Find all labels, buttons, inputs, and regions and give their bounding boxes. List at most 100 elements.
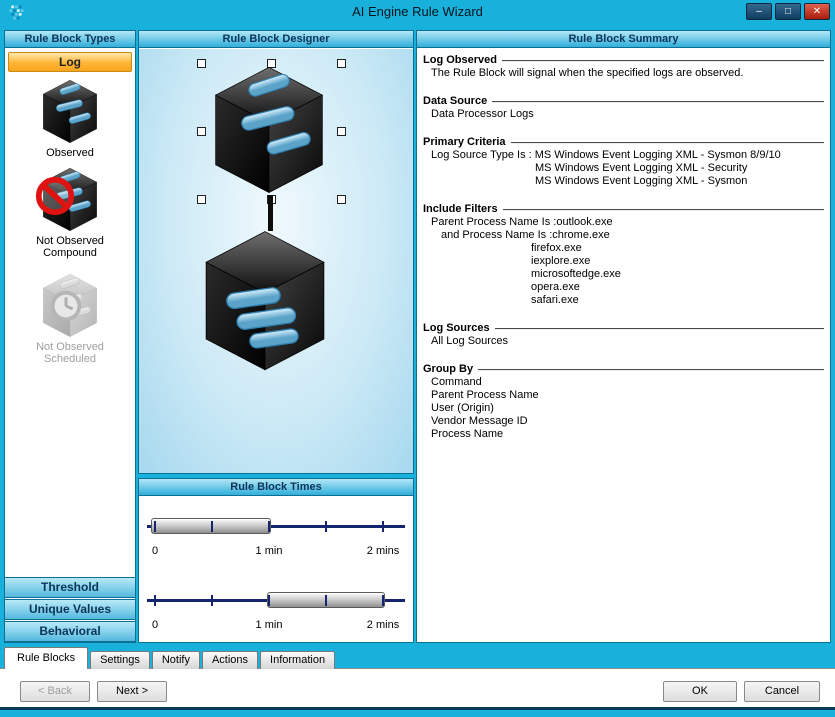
summary-section-title: Group By bbox=[423, 363, 473, 375]
section-rule-line bbox=[495, 328, 824, 330]
summary-sections: Log ObservedThe Rule Block will signal w… bbox=[417, 49, 830, 642]
clock-icon bbox=[47, 287, 85, 325]
next-button[interactable]: Next > bbox=[97, 681, 167, 702]
designer-canvas[interactable] bbox=[139, 49, 413, 473]
slider-tick bbox=[268, 595, 270, 606]
summary-line: Parent Process Name Is :outlook.exe bbox=[423, 216, 824, 229]
summary-line: microsoftedge.exe bbox=[423, 268, 824, 281]
summary-section: Data SourceData Processor Logs bbox=[423, 94, 824, 121]
summary-line: and Process Name Is :chrome.exe bbox=[423, 229, 824, 242]
cancel-button[interactable]: Cancel bbox=[744, 681, 820, 702]
tick-label: 1 min bbox=[256, 619, 283, 631]
rule-block-times-panel: Rule Block Times 0 1 min 2 mins 0 1 min … bbox=[138, 478, 414, 643]
rule-block-types-panel: Rule Block Types Log Observed Not Observ… bbox=[4, 30, 136, 643]
minimize-button[interactable]: – bbox=[746, 3, 772, 20]
prohibition-icon bbox=[34, 175, 76, 217]
type-label-not-observed-scheduled: Not Observed Scheduled bbox=[28, 341, 112, 365]
block-connector-line bbox=[268, 195, 273, 231]
slider-tick bbox=[382, 521, 384, 532]
tab-settings[interactable]: Settings bbox=[90, 651, 150, 669]
rule-block-type-not-observed-compound[interactable]: Not Observed Compound bbox=[5, 167, 135, 259]
summary-section: Primary CriteriaLog Source Type Is : MS … bbox=[423, 135, 824, 188]
summary-line: User (Origin) bbox=[423, 402, 824, 415]
slider-tick bbox=[211, 521, 213, 532]
slider-tick bbox=[325, 595, 327, 606]
tick-label: 0 bbox=[152, 545, 158, 557]
tab-rule-blocks[interactable]: Rule Blocks bbox=[4, 647, 88, 669]
rule-block-times-body: 0 1 min 2 mins 0 1 min 2 mins bbox=[139, 497, 413, 642]
summary-line: Command bbox=[423, 376, 824, 389]
summary-line: opera.exe bbox=[423, 281, 824, 294]
section-rule-line bbox=[503, 209, 824, 211]
selection-handle[interactable] bbox=[197, 127, 206, 136]
summary-line: firefox.exe bbox=[423, 242, 824, 255]
selection-handle[interactable] bbox=[197, 59, 206, 68]
type-label-not-observed-compound: Not Observed Compound bbox=[28, 235, 112, 259]
slider-tick bbox=[211, 595, 213, 606]
time-slider-1: 0 1 min 2 mins bbox=[139, 501, 413, 563]
summary-section: Log SourcesAll Log Sources bbox=[423, 321, 824, 348]
slider-tick bbox=[382, 595, 384, 606]
rule-block-designer-panel: Rule Block Designer bbox=[138, 30, 414, 474]
tab-information[interactable]: Information bbox=[260, 651, 335, 669]
bottom-tab-strip: Rule Blocks Settings Notify Actions Info… bbox=[4, 647, 337, 669]
summary-section-title: Log Sources bbox=[423, 322, 490, 334]
summary-line: The Rule Block will signal when the spec… bbox=[423, 67, 824, 80]
summary-line: Parent Process Name bbox=[423, 389, 824, 402]
summary-section-title: Primary Criteria bbox=[423, 136, 506, 148]
tick-label: 2 mins bbox=[367, 619, 399, 631]
rule-block-type-not-observed-scheduled[interactable]: Not Observed Scheduled bbox=[5, 273, 135, 365]
section-rule-line bbox=[478, 369, 824, 371]
type-label-observed: Observed bbox=[28, 147, 112, 159]
slider-tick bbox=[325, 521, 327, 532]
rule-block-types-header: Rule Block Types bbox=[5, 31, 135, 48]
rule-block-times-header: Rule Block Times bbox=[139, 479, 413, 496]
summary-line: iexplore.exe bbox=[423, 255, 824, 268]
tab-notify[interactable]: Notify bbox=[152, 651, 200, 669]
slider-tick bbox=[154, 595, 156, 606]
tab-actions[interactable]: Actions bbox=[202, 651, 258, 669]
summary-line: MS Windows Event Logging XML - Security bbox=[423, 162, 824, 175]
accordion-group-behavioral[interactable]: Behavioral bbox=[5, 621, 135, 642]
tick-label: 2 mins bbox=[367, 545, 399, 557]
rule-block-node-2[interactable] bbox=[201, 229, 329, 372]
summary-section-title: Include Filters bbox=[423, 203, 498, 215]
selection-handle[interactable] bbox=[197, 195, 206, 204]
selection-handle[interactable] bbox=[337, 59, 346, 68]
rule-block-summary-header: Rule Block Summary bbox=[417, 31, 830, 48]
summary-section-title: Log Observed bbox=[423, 54, 497, 66]
accordion-group-threshold[interactable]: Threshold bbox=[5, 577, 135, 598]
selection-handle[interactable] bbox=[337, 195, 346, 204]
summary-section: Group ByCommandParent Process NameUser (… bbox=[423, 362, 824, 441]
summary-section-title: Data Source bbox=[423, 95, 487, 107]
back-button[interactable]: < Back bbox=[20, 681, 90, 702]
slider-tick bbox=[154, 521, 156, 532]
summary-line: safari.exe bbox=[423, 294, 824, 307]
window-title: AI Engine Rule Wizard bbox=[0, 0, 835, 24]
section-rule-line bbox=[511, 142, 824, 144]
accordion-group-unique-values[interactable]: Unique Values bbox=[5, 599, 135, 620]
rule-block-type-observed[interactable]: Observed bbox=[5, 79, 135, 159]
selection-handle[interactable] bbox=[337, 127, 346, 136]
close-button[interactable]: ✕ bbox=[804, 3, 830, 20]
rule-block-designer-header: Rule Block Designer bbox=[139, 31, 413, 48]
section-rule-line bbox=[502, 60, 824, 62]
rule-block-node-1[interactable] bbox=[211, 65, 327, 195]
section-rule-line bbox=[492, 101, 824, 103]
summary-line: Process Name bbox=[423, 428, 824, 441]
tick-label: 1 min bbox=[256, 545, 283, 557]
summary-line: Data Processor Logs bbox=[423, 108, 824, 121]
footer-bar: < Back Next > OK Cancel bbox=[0, 668, 835, 707]
summary-line: Vendor Message ID bbox=[423, 415, 824, 428]
ok-button[interactable]: OK bbox=[663, 681, 737, 702]
slider-tick bbox=[268, 521, 270, 532]
rule-block-types-body: Log Observed Not Observed Compound bbox=[5, 49, 135, 642]
accordion-group-log[interactable]: Log bbox=[8, 52, 132, 72]
time-slider-2: 0 1 min 2 mins bbox=[139, 575, 413, 637]
maximize-button[interactable]: □ bbox=[775, 3, 801, 20]
window-controls: – □ ✕ bbox=[746, 3, 830, 20]
title-bar: AI Engine Rule Wizard – □ ✕ bbox=[0, 0, 835, 24]
tick-label: 0 bbox=[152, 619, 158, 631]
summary-section: Log ObservedThe Rule Block will signal w… bbox=[423, 53, 824, 80]
summary-section: Include FiltersParent Process Name Is :o… bbox=[423, 202, 824, 307]
